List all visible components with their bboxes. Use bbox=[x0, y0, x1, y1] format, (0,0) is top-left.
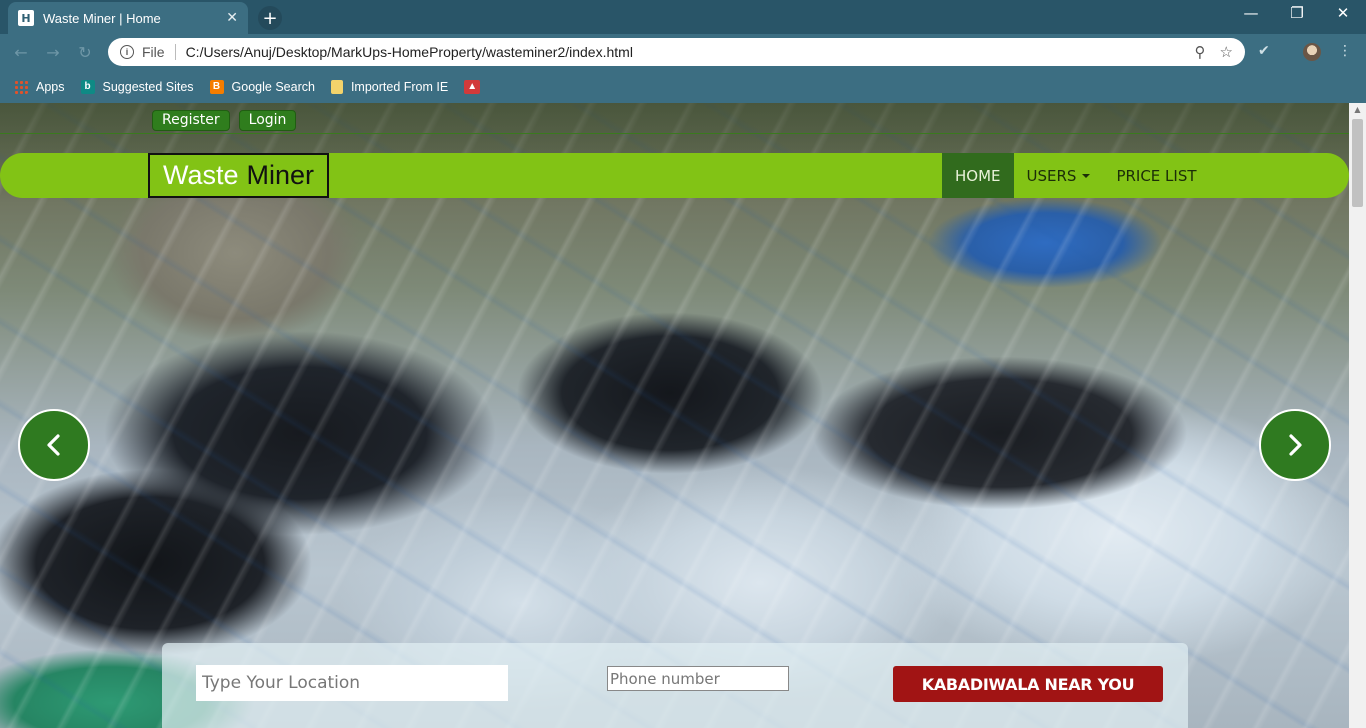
minimize-button[interactable]: — bbox=[1228, 4, 1274, 22]
nav-price-list[interactable]: PRICE LIST bbox=[1103, 153, 1209, 198]
chevron-right-icon bbox=[1289, 434, 1302, 456]
apps-grid-icon bbox=[14, 79, 28, 94]
bing-icon: b bbox=[80, 79, 95, 94]
nav-users-label: USERS bbox=[1026, 166, 1077, 185]
site-info-icon[interactable]: i bbox=[120, 45, 134, 59]
nav-users[interactable]: USERS bbox=[1014, 153, 1104, 198]
profile-avatar[interactable] bbox=[1303, 43, 1321, 61]
caret-down-icon bbox=[1082, 173, 1091, 178]
url-scheme: File bbox=[142, 44, 165, 60]
new-tab-button[interactable]: + bbox=[258, 6, 282, 30]
kabadiwala-near-you-button[interactable]: KABADIWALA NEAR YOU bbox=[893, 666, 1163, 702]
bookmark-star-icon[interactable]: ☆ bbox=[1220, 43, 1233, 61]
bookmark-apps[interactable]: Apps bbox=[14, 79, 65, 94]
tab-strip: H Waste Miner | Home ✕ + — ❐ ✕ bbox=[0, 0, 1366, 34]
phone-input[interactable] bbox=[607, 666, 789, 691]
reload-icon[interactable]: ↻ bbox=[74, 41, 96, 63]
browser-chrome: H Waste Miner | Home ✕ + — ❐ ✕ ← → ↻ i F… bbox=[0, 0, 1366, 103]
forward-icon[interactable]: → bbox=[42, 41, 64, 63]
restore-button[interactable]: ❐ bbox=[1274, 4, 1320, 22]
tab-close-icon[interactable]: ✕ bbox=[226, 10, 238, 26]
tab-title: Waste Miner | Home bbox=[43, 10, 161, 26]
page-favicon-icon: H bbox=[18, 10, 34, 26]
extension-check-icon[interactable]: ✔ bbox=[1258, 43, 1276, 61]
carousel-next-button[interactable] bbox=[1259, 409, 1331, 481]
bookmark-label: Imported From IE bbox=[350, 79, 449, 94]
nav-home[interactable]: HOME bbox=[942, 153, 1014, 198]
location-input[interactable] bbox=[196, 665, 508, 701]
brand-word-waste: Waste bbox=[163, 160, 239, 190]
login-button[interactable]: Login bbox=[238, 110, 297, 131]
page-viewport: Register Login Waste Miner HOME USERS PR… bbox=[0, 103, 1349, 728]
chevron-left-icon bbox=[47, 434, 60, 456]
auth-links: Register Login bbox=[152, 110, 297, 131]
image-icon: ▲ bbox=[464, 79, 481, 94]
main-navbar: Waste Miner HOME USERS PRICE LIST bbox=[0, 153, 1349, 198]
zoom-icon[interactable]: ⚲ bbox=[1195, 43, 1206, 61]
carousel-prev-button[interactable] bbox=[18, 409, 90, 481]
bookmark-label: Suggested Sites bbox=[102, 79, 194, 94]
scroll-thumb[interactable] bbox=[1352, 119, 1363, 207]
address-bar[interactable]: i File C:/Users/Anuj/Desktop/MarkUps-Hom… bbox=[108, 38, 1245, 66]
blogger-icon: B bbox=[209, 79, 224, 94]
bookmark-label: Google Search bbox=[231, 79, 315, 94]
brand-word-miner: Miner bbox=[246, 160, 315, 190]
window-close-button[interactable]: ✕ bbox=[1320, 4, 1366, 22]
browser-toolbar: ← → ↻ i File C:/Users/Anuj/Desktop/MarkU… bbox=[0, 34, 1366, 70]
bookmark-label: Apps bbox=[36, 79, 65, 94]
scroll-up-icon[interactable]: ▲ bbox=[1349, 105, 1366, 119]
register-button[interactable]: Register bbox=[152, 110, 230, 131]
bookmark-suggested-sites[interactable]: b Suggested Sites bbox=[80, 79, 194, 94]
url-separator bbox=[174, 44, 176, 60]
url-text[interactable]: C:/Users/Anuj/Desktop/MarkUps-HomeProper… bbox=[186, 44, 1181, 60]
bookmark-google-search[interactable]: B Google Search bbox=[209, 79, 315, 94]
kabadiwala-search-panel: KABADIWALA NEAR YOU bbox=[162, 643, 1188, 728]
back-icon[interactable]: ← bbox=[10, 41, 32, 63]
bookmarks-bar: Apps b Suggested Sites B Google Search I… bbox=[0, 70, 1366, 103]
bookmark-image[interactable]: ▲ bbox=[464, 79, 488, 94]
page-scrollbar[interactable]: ▲ bbox=[1349, 103, 1366, 728]
browser-tab[interactable]: H Waste Miner | Home ✕ bbox=[8, 2, 248, 34]
menu-kebab-icon[interactable]: ⋮ bbox=[1338, 43, 1352, 61]
top-divider bbox=[0, 133, 1349, 134]
brand-logo[interactable]: Waste Miner bbox=[148, 153, 329, 198]
bookmark-imported-from-ie[interactable]: Imported From IE bbox=[330, 79, 449, 94]
folder-icon bbox=[330, 79, 343, 94]
nav-menu: HOME USERS PRICE LIST bbox=[942, 153, 1210, 198]
